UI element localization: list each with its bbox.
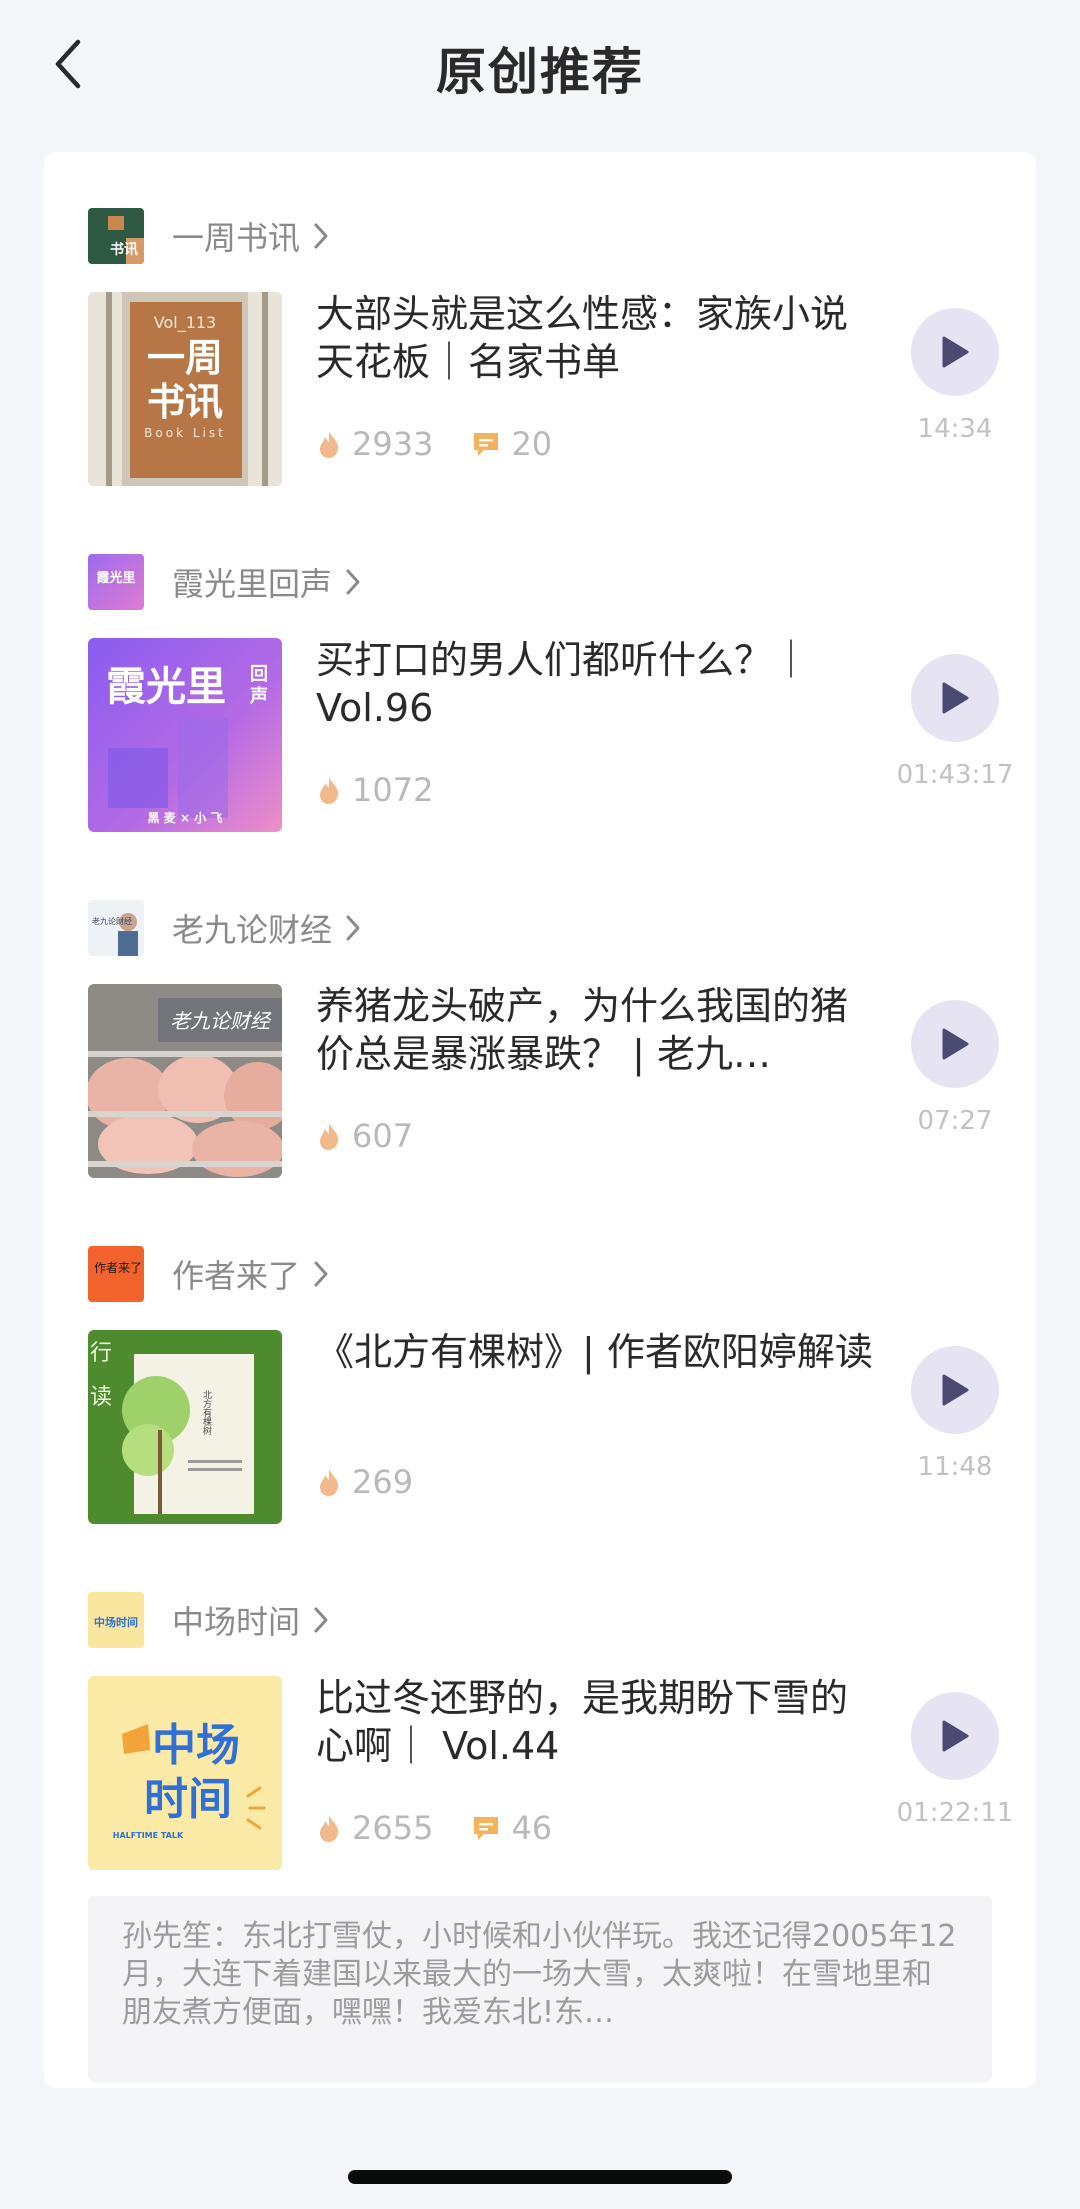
- source-name: 一周书讯: [172, 219, 301, 257]
- episode-duration: 01:22:11: [896, 1798, 1014, 1828]
- source-link[interactable]: 作者来了 作者来了: [88, 1246, 332, 1302]
- play-button[interactable]: [911, 1346, 999, 1434]
- svg-text:黑 麦 × 小 飞: 黑 麦 × 小 飞: [148, 810, 223, 825]
- episode-cover[interactable]: 行读 北方有棵树: [88, 1330, 282, 1524]
- play-count: 269: [352, 1463, 414, 1501]
- svg-text:Vol_113: Vol_113: [154, 313, 216, 333]
- chevron-right-icon: [346, 915, 360, 941]
- play-button[interactable]: [911, 654, 999, 742]
- source-logo: 霞光里: [88, 554, 144, 610]
- episode-cover[interactable]: 霞光里 回声 黑 麦 × 小 飞: [88, 638, 282, 832]
- episode-title[interactable]: 《北方有棵树》| 作者欧阳婷解读: [316, 1328, 876, 1376]
- episode-cover[interactable]: 老九论财经: [88, 984, 282, 1178]
- episode-title[interactable]: 养猪龙头破产，为什么我国的猪价总是暴涨暴跌？ | 老九…: [316, 982, 876, 1078]
- play-icon: [942, 336, 969, 368]
- list-item[interactable]: 霞光里 霞光里回声 霞光里 回声 黑 麦 × 小 飞 买打口的男人们都听什么？｜…: [44, 498, 1036, 844]
- source-logo: 书讯: [88, 208, 144, 264]
- play-count: 2933: [352, 425, 434, 463]
- comment-count: 46: [511, 1809, 553, 1847]
- source-name: 作者来了: [172, 1257, 301, 1295]
- episode-cover[interactable]: 中场 时间 HALFTIME TALK: [88, 1676, 282, 1870]
- source-link[interactable]: 霞光里 霞光里回声: [88, 554, 364, 610]
- flame-icon: [320, 1469, 339, 1496]
- svg-text:老九论财经: 老九论财经: [170, 1009, 272, 1033]
- top-nav-bar: 原创推荐: [0, 0, 1080, 130]
- source-link[interactable]: 老九论财经 老九论财经: [88, 900, 364, 956]
- episode-title[interactable]: 大部头就是这么性感：家族小说天花板｜名家书单: [316, 290, 876, 386]
- chevron-right-icon: [314, 1607, 328, 1633]
- svg-text:霞光里: 霞光里: [96, 570, 135, 586]
- svg-text:中场: 中场: [152, 1720, 240, 1771]
- list-item[interactable]: 老九论财经 老九论财经 老九论财经 养猪龙头破产，为什么我国的猪价总是暴涨暴跌？…: [44, 844, 1036, 1190]
- source-link[interactable]: 中场时间 中场时间: [88, 1592, 332, 1648]
- recommend-list-card: 书讯 一周书讯 Vol_113 Book List 一周书讯 大部头就是这么性感…: [44, 152, 1036, 2088]
- svg-text:作者来了: 作者来了: [94, 1261, 142, 1275]
- play-icon: [942, 1374, 969, 1406]
- episode-stats: 607: [316, 1114, 451, 1158]
- comment-count: 20: [511, 425, 553, 463]
- list-item[interactable]: 书讯 一周书讯 Vol_113 Book List 一周书讯 大部头就是这么性感…: [44, 152, 1036, 498]
- flame-icon: [320, 777, 339, 804]
- svg-text:霞光里: 霞光里: [106, 664, 226, 710]
- svg-text:时间: 时间: [144, 1774, 232, 1825]
- source-name: 霞光里回声: [172, 565, 333, 603]
- svg-text:老九论财经: 老九论财经: [92, 916, 132, 926]
- play-button[interactable]: [911, 1692, 999, 1780]
- source-logo: 作者来了: [88, 1246, 144, 1302]
- flame-icon: [320, 431, 339, 458]
- play-button[interactable]: [911, 308, 999, 396]
- play-count: 1072: [352, 771, 434, 809]
- episode-duration: 07:27: [917, 1106, 993, 1136]
- svg-text:Book List: Book List: [144, 426, 226, 440]
- episode-stats: 269: [316, 1460, 451, 1504]
- chevron-right-icon: [314, 223, 328, 249]
- source-link[interactable]: 书讯 一周书讯: [88, 208, 332, 264]
- list-item[interactable]: 作者来了 作者来了 行读 北方有棵树 《北方有棵树》| 作者欧阳婷解读 269 …: [44, 1190, 1036, 1536]
- play-icon: [942, 1028, 969, 1060]
- list-item[interactable]: 中场时间 中场时间 中场 时间 HALFTIME TALK 比过冬还野的，是我期: [44, 1536, 1036, 1882]
- episode-title[interactable]: 比过冬还野的，是我期盼下雪的心啊｜ Vol.44: [316, 1674, 876, 1770]
- episode-cover[interactable]: Vol_113 Book List 一周书讯: [88, 292, 282, 486]
- svg-text:北方有棵树: 北方有棵树: [201, 1390, 212, 1436]
- svg-text:书讯: 书讯: [110, 241, 138, 258]
- flame-icon: [320, 1123, 339, 1150]
- episode-duration: 11:48: [917, 1452, 993, 1482]
- flame-icon: [320, 1815, 339, 1842]
- play-count: 607: [352, 1117, 414, 1155]
- svg-text:中场时间: 中场时间: [94, 1615, 138, 1629]
- play-icon: [942, 682, 969, 714]
- episode-duration: 14:34: [917, 414, 993, 444]
- episode-stats: 2655 46: [316, 1806, 590, 1850]
- source-name: 中场时间: [172, 1603, 301, 1641]
- chevron-right-icon: [346, 569, 360, 595]
- svg-text:HALFTIME TALK: HALFTIME TALK: [113, 1831, 184, 1840]
- source-name: 老九论财经: [172, 911, 333, 949]
- page-title: 原创推荐: [436, 43, 644, 101]
- play-icon: [942, 1720, 969, 1752]
- episode-stats: 2933 20: [316, 422, 590, 466]
- play-count: 2655: [352, 1809, 434, 1847]
- source-logo: 中场时间: [88, 1592, 144, 1648]
- chevron-right-icon: [314, 1261, 328, 1287]
- episode-duration: 01:43:17: [896, 760, 1014, 790]
- home-indicator[interactable]: [348, 2170, 732, 2184]
- play-button[interactable]: [911, 1000, 999, 1088]
- comment-icon: [474, 1817, 499, 1840]
- source-logo: 老九论财经: [88, 900, 144, 956]
- episode-title[interactable]: 买打口的男人们都听什么？｜Vol.96: [316, 636, 876, 732]
- episode-stats: 1072: [316, 768, 471, 812]
- featured-comment[interactable]: 孙先笙：东北打雪仗，小时候和小伙伴玩。我还记得2005年12月，大连下着建国以来…: [88, 1896, 992, 2082]
- comment-icon: [474, 433, 499, 456]
